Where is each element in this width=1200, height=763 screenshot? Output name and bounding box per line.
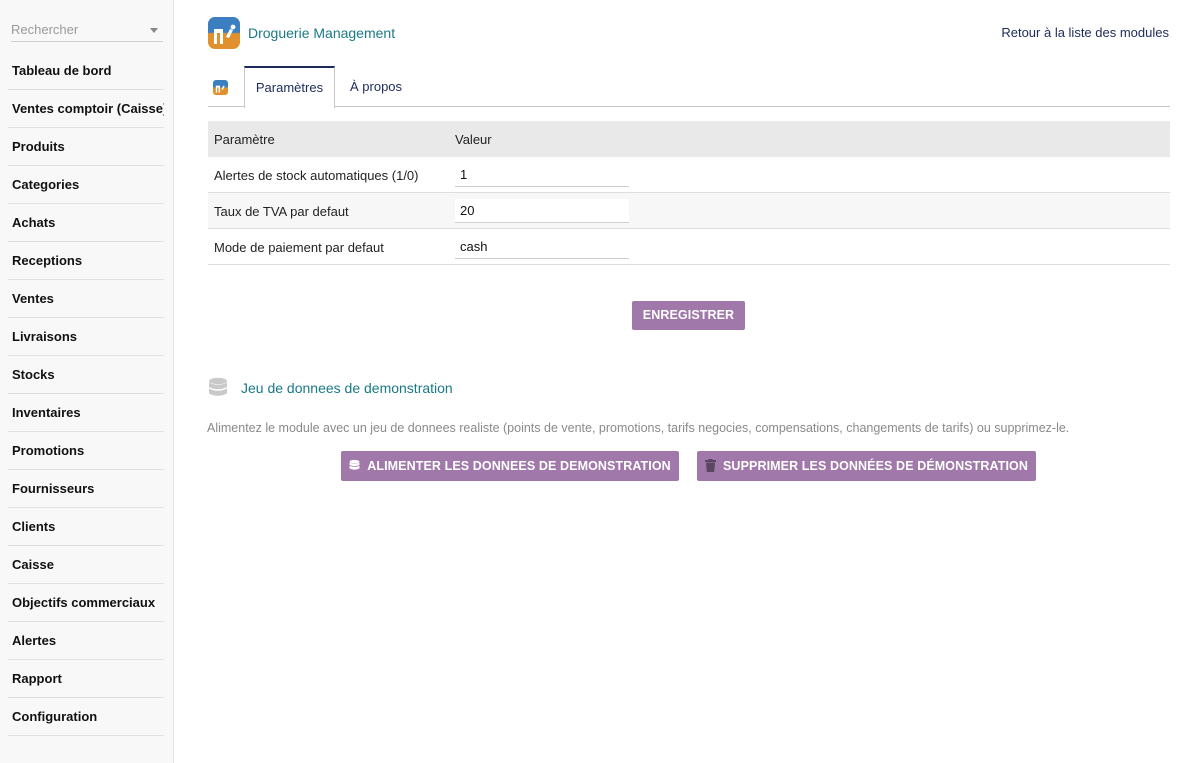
column-header-valeur: Valeur xyxy=(455,132,492,147)
save-button[interactable]: ENREGISTRER xyxy=(632,301,745,330)
sidebar-item-achats[interactable]: Achats xyxy=(8,204,164,242)
delete-demo-data-label: SUPPRIMER LES DONNÉES DE DÉMONSTRATION xyxy=(723,459,1028,473)
database-icon xyxy=(349,453,360,483)
table-row: Taux de TVA par defaut 20 xyxy=(208,193,1170,229)
demo-section-description: Alimentez le module avec un jeu de donne… xyxy=(207,421,1070,435)
param-label: Alertes de stock automatiques (1/0) xyxy=(214,168,419,183)
tab-a-propos[interactable]: À propos xyxy=(338,66,414,107)
vat-rate-input[interactable]: 20 xyxy=(455,199,629,223)
payment-mode-input[interactable]: cash xyxy=(455,235,629,259)
app-logo-icon xyxy=(208,17,240,49)
tab-bar: Paramètres À propos xyxy=(208,66,1170,108)
sidebar-item-clients[interactable]: Clients xyxy=(8,508,164,546)
sidebar-item-receptions[interactable]: Receptions xyxy=(8,242,164,280)
sidebar-item-objectifs-commerciaux[interactable]: Objectifs commerciaux xyxy=(8,584,164,622)
column-header-parametre: Paramètre xyxy=(214,132,275,147)
search-input[interactable]: Rechercher xyxy=(11,18,163,42)
sidebar-item-promotions[interactable]: Promotions xyxy=(8,432,164,470)
sidebar-item-alertes[interactable]: Alertes xyxy=(8,622,164,660)
stock-alerts-input[interactable]: 1 xyxy=(455,163,629,187)
sidebar-item-rapport[interactable]: Rapport xyxy=(8,660,164,698)
back-to-modules-link[interactable]: Retour à la liste des modules xyxy=(1001,25,1169,40)
database-icon xyxy=(208,377,228,402)
feed-demo-data-button[interactable]: ALIMENTER LES DONNEES DE DEMONSTRATION xyxy=(341,451,679,481)
demo-section-title: Jeu de donnees de demonstration xyxy=(241,380,453,396)
sidebar-menu: Tableau de bord Ventes comptoir (Caisse)… xyxy=(0,52,174,736)
sidebar-item-produits[interactable]: Produits xyxy=(8,128,164,166)
table-row: Alertes de stock automatiques (1/0) 1 xyxy=(208,157,1170,193)
sidebar-item-stocks[interactable]: Stocks xyxy=(8,356,164,394)
sidebar-item-categories[interactable]: Categories xyxy=(8,166,164,204)
delete-demo-data-button[interactable]: SUPPRIMER LES DONNÉES DE DÉMONSTRATION xyxy=(697,451,1036,481)
search-placeholder: Rechercher xyxy=(11,22,79,37)
sidebar-item-livraisons[interactable]: Livraisons xyxy=(8,318,164,356)
page-title: Droguerie Management xyxy=(248,25,396,41)
param-label: Mode de paiement par defaut xyxy=(214,240,384,255)
trash-icon xyxy=(705,453,716,483)
sidebar-item-caisse[interactable]: Caisse xyxy=(8,546,164,584)
sidebar-item-ventes[interactable]: Ventes xyxy=(8,280,164,318)
sidebar-item-configuration[interactable]: Configuration xyxy=(8,698,164,736)
table-header-row: Paramètre Valeur xyxy=(208,121,1170,157)
params-table: Paramètre Valeur Alertes de stock automa… xyxy=(208,121,1170,265)
feed-demo-data-label: ALIMENTER LES DONNEES DE DEMONSTRATION xyxy=(367,459,671,473)
app-logo-icon[interactable] xyxy=(213,80,228,95)
sidebar-item-fournisseurs[interactable]: Fournisseurs xyxy=(8,470,164,508)
param-label: Taux de TVA par defaut xyxy=(214,204,349,219)
chevron-down-icon[interactable] xyxy=(150,28,158,33)
table-row: Mode de paiement par defaut cash xyxy=(208,229,1170,265)
sidebar-item-ventes-comptoir[interactable]: Ventes comptoir (Caisse) xyxy=(8,90,164,128)
tab-parametres[interactable]: Paramètres xyxy=(244,66,335,108)
sidebar: Rechercher Tableau de bord Ventes compto… xyxy=(0,0,174,763)
sidebar-item-inventaires[interactable]: Inventaires xyxy=(8,394,164,432)
sidebar-item-tableau-de-bord[interactable]: Tableau de bord xyxy=(8,52,164,90)
